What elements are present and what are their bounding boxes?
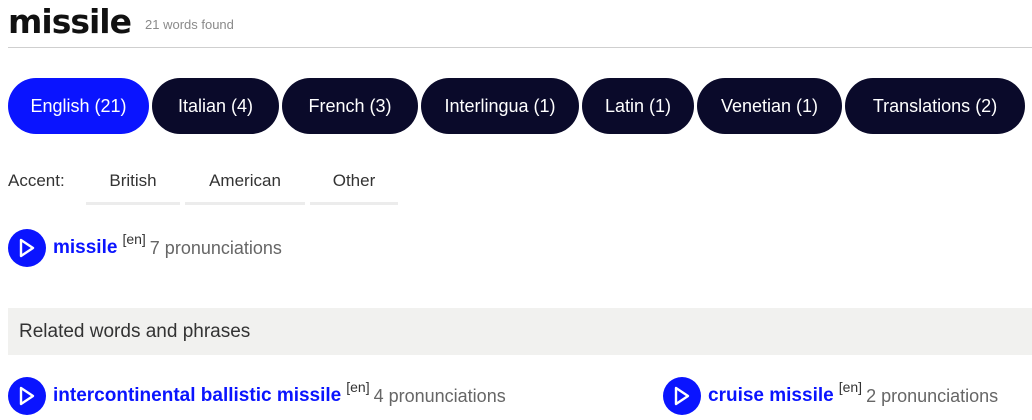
pronunciation-count[interactable]: 4 pronunciations xyxy=(374,386,506,407)
accent-american-button[interactable]: American xyxy=(185,160,305,205)
language-tabs: English (21) Italian (4) French (3) Inte… xyxy=(8,78,1025,134)
play-icon[interactable] xyxy=(663,377,701,415)
tab-english[interactable]: English (21) xyxy=(8,78,149,134)
pronunciation-count[interactable]: 7 pronunciations xyxy=(150,238,282,259)
play-icon[interactable] xyxy=(8,377,46,415)
header-divider xyxy=(8,47,1032,48)
pronunciation-count[interactable]: 2 pronunciations xyxy=(866,386,998,407)
tab-translations[interactable]: Translations (2) xyxy=(845,78,1025,134)
related-word-entry: intercontinental ballistic missile [en] … xyxy=(8,377,506,415)
accent-filter: Accent: British American Other xyxy=(8,160,403,205)
related-word-link[interactable]: cruise missile xyxy=(708,385,834,407)
tab-venetian[interactable]: Venetian (1) xyxy=(697,78,842,134)
accent-other-button[interactable]: Other xyxy=(310,160,398,205)
accent-british-button[interactable]: British xyxy=(86,160,180,205)
page: missile 21 words found English (21) Ital… xyxy=(0,0,1032,420)
play-triangle-icon xyxy=(19,386,35,406)
tab-italian[interactable]: Italian (4) xyxy=(152,78,279,134)
language-tag: [en] xyxy=(838,379,863,395)
tab-interlingua[interactable]: Interlingua (1) xyxy=(421,78,579,134)
related-word-entry: cruise missile [en] 2 pronunciations xyxy=(663,377,998,415)
words-found-count: 21 words found xyxy=(145,17,234,32)
language-tag: [en] xyxy=(122,231,146,247)
page-header: missile 21 words found xyxy=(8,0,234,40)
main-word-link[interactable]: missile xyxy=(53,237,117,259)
tab-latin[interactable]: Latin (1) xyxy=(582,78,694,134)
play-triangle-icon xyxy=(674,386,690,406)
main-word-entry: missile [en] 7 pronunciations xyxy=(8,229,282,267)
tab-french[interactable]: French (3) xyxy=(282,78,418,134)
language-tag: [en] xyxy=(346,379,370,395)
accent-label: Accent: xyxy=(8,171,65,190)
related-word-link[interactable]: intercontinental ballistic missile xyxy=(53,385,341,407)
related-section-header: Related words and phrases xyxy=(8,308,1032,355)
play-triangle-icon xyxy=(19,238,35,258)
play-icon[interactable] xyxy=(8,229,46,267)
page-title: missile xyxy=(8,2,132,41)
related-heading: Related words and phrases xyxy=(19,320,251,342)
